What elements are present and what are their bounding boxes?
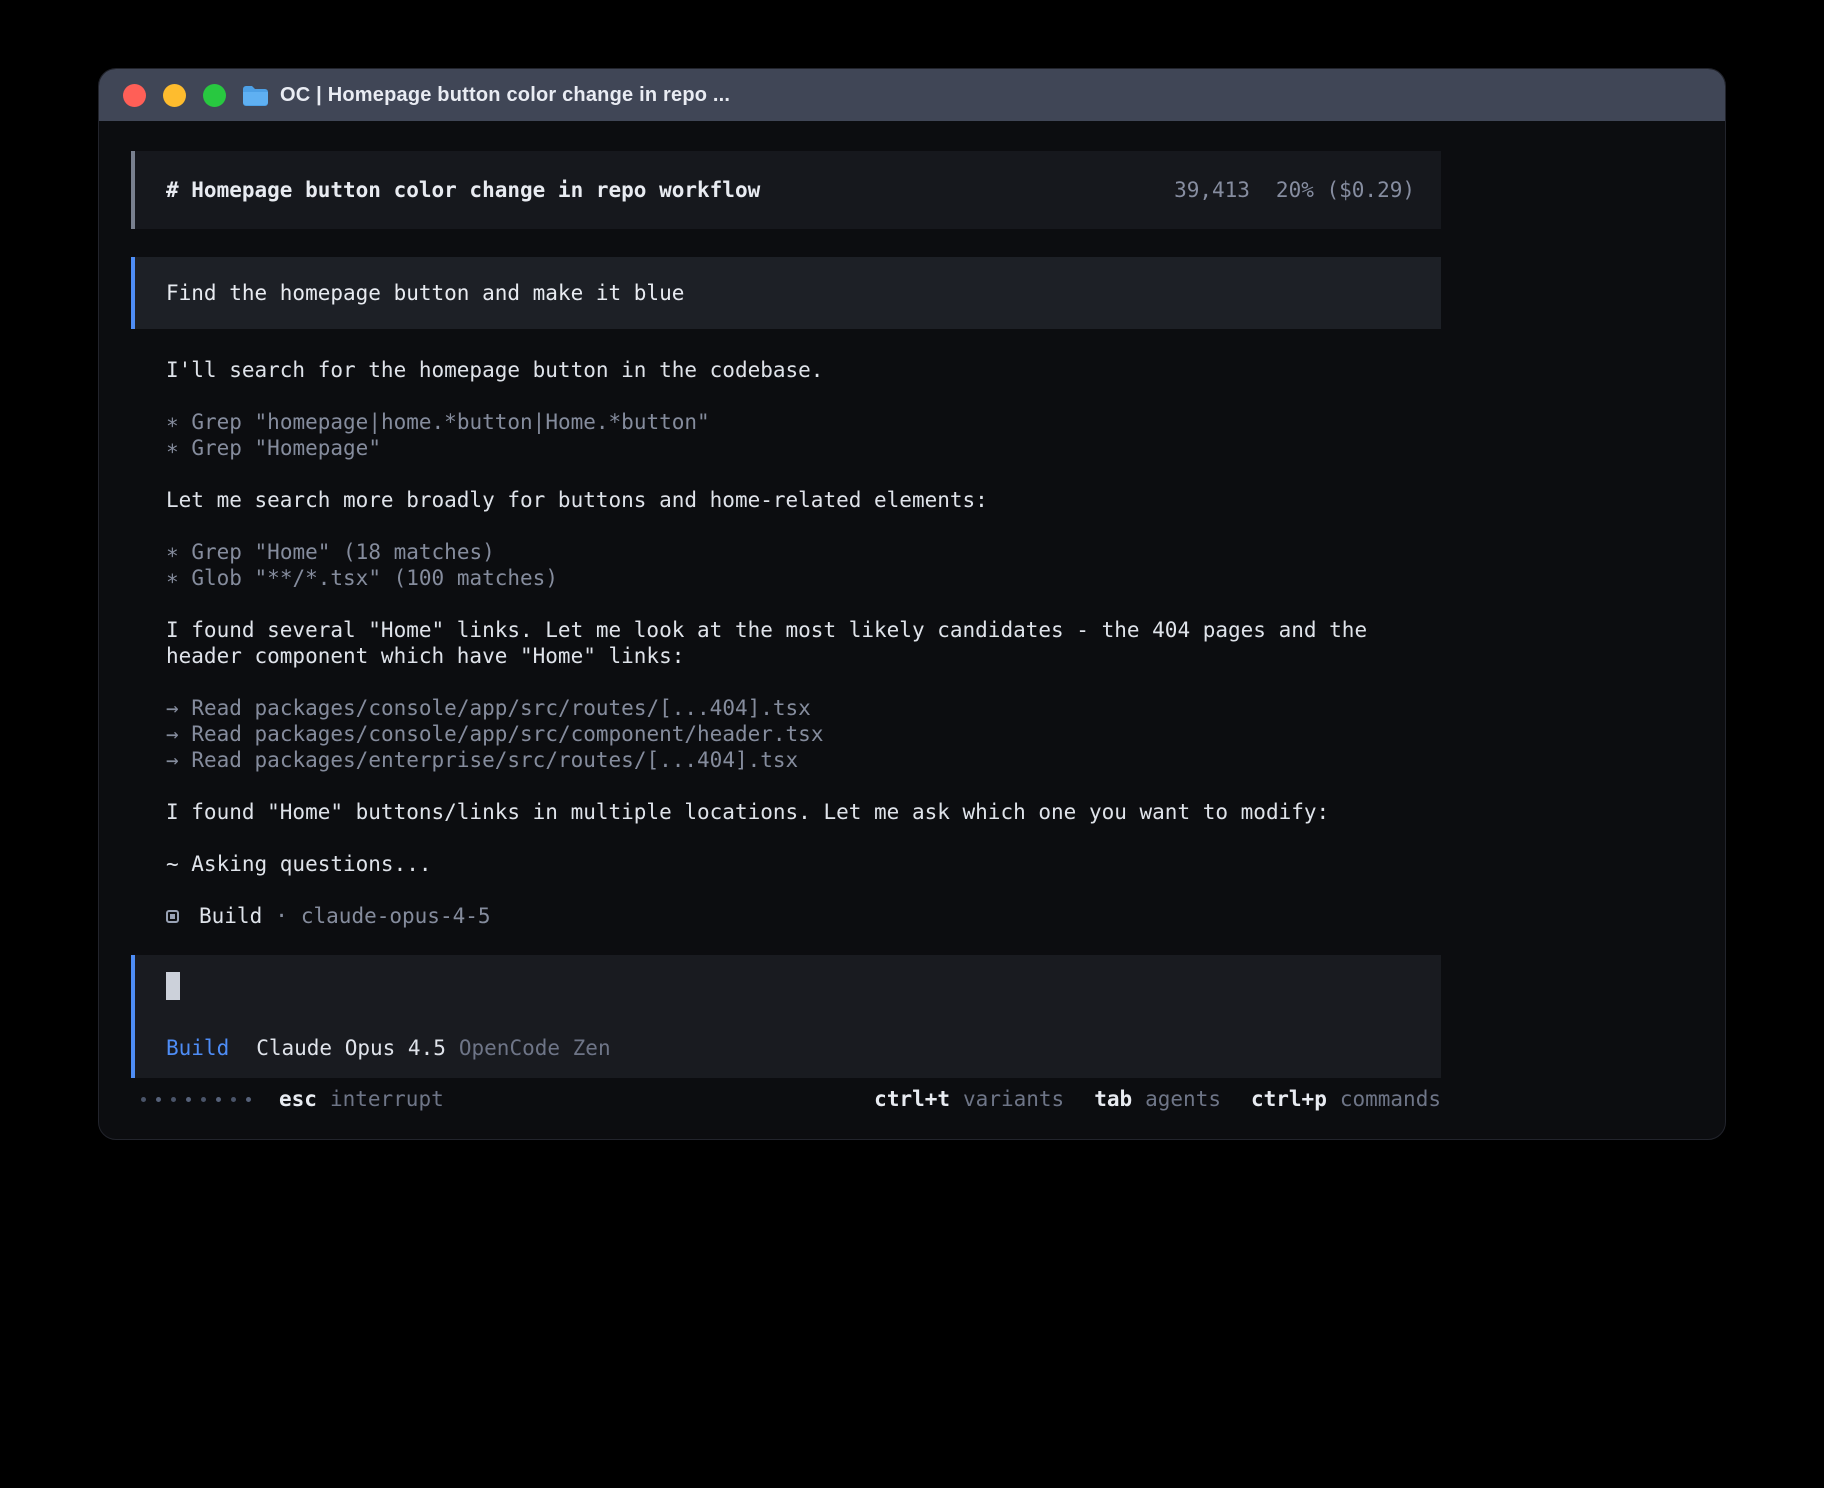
- hint-commands: ctrl+p commands: [1251, 1086, 1441, 1112]
- user-message-text: Find the homepage button and make it blu…: [166, 281, 684, 305]
- assistant-paragraph: Let me search more broadly for buttons a…: [166, 487, 1441, 513]
- minimize-button[interactable]: [163, 84, 186, 107]
- tool-call-text: Grep "Homepage": [191, 436, 381, 460]
- tool-call-text: Grep "Home" (18 matches): [191, 540, 494, 564]
- titlebar[interactable]: OC | Homepage button color change in rep…: [99, 69, 1725, 121]
- tool-call-read: → Read packages/console/app/src/componen…: [166, 721, 1441, 747]
- traffic-lights: [123, 84, 226, 107]
- session-header: # Homepage button color change in repo w…: [131, 151, 1441, 229]
- tool-bullet-icon: ∗: [166, 410, 179, 434]
- folder-icon: [242, 85, 269, 106]
- tool-call-read: → Read packages/console/app/src/routes/[…: [166, 695, 1441, 721]
- model-status-line: Build Claude Opus 4.5 OpenCode Zen: [166, 1035, 1441, 1061]
- agent-model: claude-opus-4-5: [301, 903, 491, 929]
- tool-call-grep: ∗ Grep "Home" (18 matches): [166, 539, 1441, 565]
- status-bar: esc interrupt ctrl+t variants tab agents…: [131, 1086, 1441, 1112]
- user-message: Find the homepage button and make it blu…: [131, 257, 1441, 329]
- tool-call-text: Read packages/enterprise/src/routes/[...…: [191, 748, 798, 772]
- terminal-window: OC | Homepage button color change in rep…: [98, 68, 1726, 1140]
- hint-key: tab: [1094, 1086, 1132, 1112]
- conversation-log: I'll search for the homepage button in t…: [131, 357, 1441, 929]
- assistant-paragraph: I found several "Home" links. Let me loo…: [166, 617, 1441, 669]
- session-stats: 39,413 20% ($0.29): [1174, 178, 1415, 202]
- tool-call-group: ∗ Grep "homepage|home.*button|Home.*butt…: [166, 409, 1441, 461]
- tool-call-text: Glob "**/*.tsx" (100 matches): [191, 566, 558, 590]
- status-text: ~ Asking questions...: [166, 851, 1441, 877]
- mode-selector[interactable]: Build: [166, 1036, 229, 1060]
- session-title: # Homepage button color change in repo w…: [166, 178, 760, 202]
- square-badge-icon: [166, 910, 179, 923]
- window-title: OC | Homepage button color change in rep…: [280, 84, 730, 107]
- tool-call-text: Read packages/console/app/src/routes/[..…: [191, 696, 811, 720]
- hint-agents: tab agents: [1094, 1086, 1221, 1112]
- tool-call-read: → Read packages/enterprise/src/routes/[.…: [166, 747, 1441, 773]
- model-name[interactable]: Claude Opus 4.5: [256, 1036, 446, 1060]
- provider-name: OpenCode Zen: [459, 1036, 611, 1060]
- tool-call-text: Read packages/console/app/src/component/…: [191, 722, 823, 746]
- agent-name: Build: [199, 903, 262, 929]
- tool-bullet-icon: ∗: [166, 436, 179, 460]
- context-usage: 20% ($0.29): [1276, 178, 1415, 202]
- tool-call-group: ∗ Grep "Home" (18 matches) ∗ Glob "**/*.…: [166, 539, 1441, 591]
- esc-key-hint: esc: [279, 1086, 317, 1112]
- prompt-input[interactable]: Build Claude Opus 4.5 OpenCode Zen: [131, 955, 1441, 1078]
- hint-key: ctrl+t: [874, 1086, 950, 1112]
- hint-label: commands: [1340, 1086, 1441, 1112]
- zoom-button[interactable]: [203, 84, 226, 107]
- separator-dot: ·: [275, 903, 288, 929]
- hint-key: ctrl+p: [1251, 1086, 1327, 1112]
- assistant-paragraph: I found "Home" buttons/links in multiple…: [166, 799, 1441, 825]
- tool-bullet-icon: ∗: [166, 566, 179, 590]
- hint-label: variants: [963, 1086, 1064, 1112]
- dot-spinner-icon: [141, 1097, 251, 1102]
- tool-arrow-icon: →: [166, 748, 179, 772]
- hint-label: agents: [1145, 1086, 1221, 1112]
- text-cursor-icon: [166, 972, 180, 1000]
- tool-bullet-icon: ∗: [166, 540, 179, 564]
- tool-call-glob: ∗ Glob "**/*.tsx" (100 matches): [166, 565, 1441, 591]
- hint-variants: ctrl+t variants: [874, 1086, 1064, 1112]
- tool-call-text: Grep "homepage|home.*button|Home.*button…: [191, 410, 709, 434]
- esc-key-label: interrupt: [330, 1086, 444, 1112]
- tool-call-grep: ∗ Grep "Homepage": [166, 435, 1441, 461]
- tool-call-grep: ∗ Grep "homepage|home.*button|Home.*butt…: [166, 409, 1441, 435]
- token-count: 39,413: [1174, 178, 1250, 202]
- agent-status-row: Build · claude-opus-4-5: [166, 903, 1441, 929]
- tool-arrow-icon: →: [166, 722, 179, 746]
- close-button[interactable]: [123, 84, 146, 107]
- tool-arrow-icon: →: [166, 696, 179, 720]
- assistant-paragraph: I'll search for the homepage button in t…: [166, 357, 1441, 383]
- tool-call-group: → Read packages/console/app/src/routes/[…: [166, 695, 1441, 773]
